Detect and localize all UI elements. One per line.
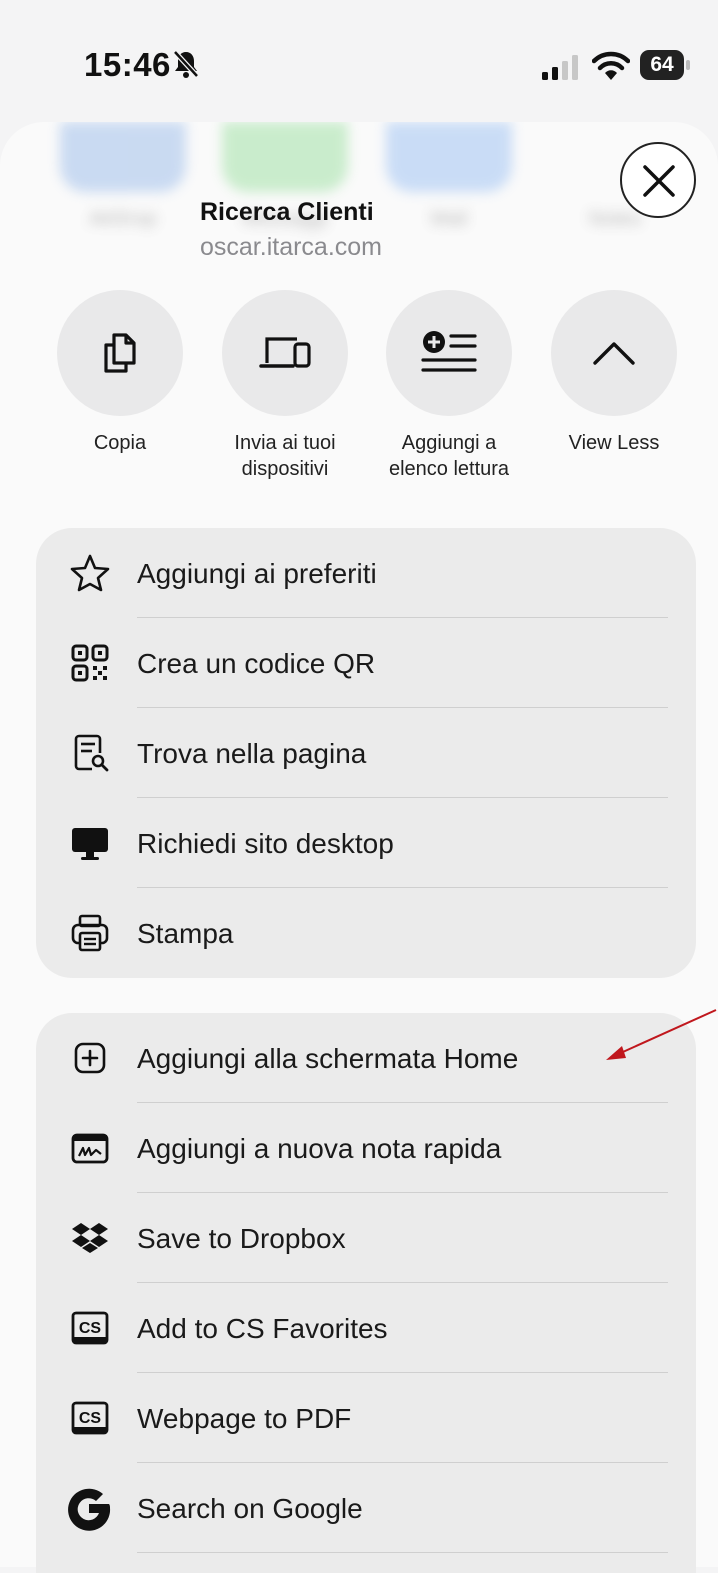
menu-item-label: Crea un codice QR bbox=[137, 648, 376, 679]
menu-item-label: Search on Google bbox=[137, 1493, 363, 1524]
action-send-to-devices[interactable]: Invia ai tuoi dispositivi bbox=[205, 290, 365, 482]
reading-list-icon bbox=[421, 331, 477, 372]
menu-item-label: Add to CS Favorites bbox=[137, 1313, 388, 1344]
menu-item-print[interactable]: Stampa bbox=[36, 888, 696, 978]
page-url: oscar.itarca.com bbox=[200, 233, 383, 261]
silent-bell-icon bbox=[170, 48, 202, 80]
menu-item-quick-note[interactable]: Aggiungi a nuova nota rapida bbox=[36, 1103, 696, 1193]
menu-item-label: Save to Dropbox bbox=[137, 1223, 346, 1254]
annotation-arrow-icon bbox=[606, 1009, 717, 1060]
menu-group-1: Aggiungi ai preferiti Crea un codice QR bbox=[36, 528, 696, 978]
desktop-icon bbox=[70, 823, 110, 863]
action-label: Invia ai tuoi dispositivi bbox=[234, 432, 336, 480]
cs-icon: CS bbox=[70, 1398, 110, 1438]
google-icon bbox=[64, 1483, 114, 1533]
menu-item-cs-favorites[interactable]: CS Add to CS Favorites bbox=[36, 1283, 696, 1373]
svg-text:CS: CS bbox=[79, 1320, 102, 1337]
close-button[interactable] bbox=[620, 142, 696, 218]
action-label: View Less bbox=[568, 432, 660, 454]
action-copy[interactable]: Copia bbox=[40, 290, 200, 456]
action-view-less[interactable]: View Less bbox=[534, 290, 694, 456]
share-target-label: AirDrop bbox=[89, 208, 157, 230]
qr-code-icon bbox=[70, 643, 110, 683]
cellular-signal-icon bbox=[540, 54, 582, 82]
battery-level: 64 bbox=[640, 50, 684, 80]
add-square-icon bbox=[70, 1038, 110, 1078]
action-label: Copia bbox=[93, 432, 147, 454]
menu-item-webpage-pdf[interactable]: CS Webpage to PDF bbox=[36, 1373, 696, 1463]
status-time: 15:46 bbox=[84, 46, 171, 83]
menu-item-label: Richiedi sito desktop bbox=[137, 828, 394, 859]
menu-item-label: Trova nella pagina bbox=[137, 738, 367, 769]
dropbox-icon bbox=[70, 1218, 110, 1258]
close-icon bbox=[643, 165, 675, 197]
battery-icon: 64 bbox=[640, 50, 692, 80]
menu-group-2: Aggiungi alla schermata Home Aggiungi a … bbox=[36, 1013, 696, 1573]
menu-item-label: Webpage to PDF bbox=[137, 1403, 352, 1434]
shared-page-header: Ricerca Clienti oscar.itarca.com bbox=[200, 198, 382, 262]
menu-item-add-home-screen[interactable]: Aggiungi alla schermata Home bbox=[36, 1013, 696, 1103]
menu-item-label: Aggiungi alla schermata Home bbox=[137, 1043, 519, 1074]
quick-note-icon bbox=[70, 1128, 110, 1168]
menu-item-search-google[interactable]: Search on Google bbox=[36, 1463, 696, 1553]
menu-item-label: Stampa bbox=[137, 918, 234, 949]
page-title: Ricerca Clienti bbox=[200, 198, 374, 226]
star-icon bbox=[70, 553, 110, 593]
airdrop-app-icon bbox=[60, 122, 186, 192]
find-in-page-icon bbox=[70, 733, 110, 773]
messages-app-icon bbox=[222, 122, 348, 192]
devices-icon bbox=[259, 337, 311, 368]
svg-text:CS: CS bbox=[79, 1410, 102, 1427]
wifi-icon bbox=[591, 50, 631, 82]
status-bar: 15:46 64 bbox=[0, 0, 718, 120]
cs-icon: CS bbox=[70, 1308, 110, 1348]
action-label: Aggiungi a elenco lettura bbox=[388, 432, 510, 480]
menu-item-find-in-page[interactable]: Trova nella pagina bbox=[36, 708, 696, 798]
action-add-reading-list[interactable]: Aggiungi a elenco lettura bbox=[369, 290, 529, 482]
menu-item-label: Aggiungi a nuova nota rapida bbox=[137, 1133, 502, 1164]
copy-icon bbox=[104, 333, 136, 373]
menu-item-request-desktop[interactable]: Richiedi sito desktop bbox=[36, 798, 696, 888]
share-target-label: Mail bbox=[430, 208, 468, 230]
printer-icon bbox=[70, 913, 110, 953]
menu-item-label: Aggiungi ai preferiti bbox=[137, 558, 377, 589]
chevron-up-icon bbox=[593, 342, 635, 365]
menu-item-add-favorites[interactable]: Aggiungi ai preferiti bbox=[36, 528, 696, 618]
mail-app-icon bbox=[386, 122, 512, 192]
menu-item-qr-code[interactable]: Crea un codice QR bbox=[36, 618, 696, 708]
menu-item-save-dropbox[interactable]: Save to Dropbox bbox=[36, 1193, 696, 1283]
